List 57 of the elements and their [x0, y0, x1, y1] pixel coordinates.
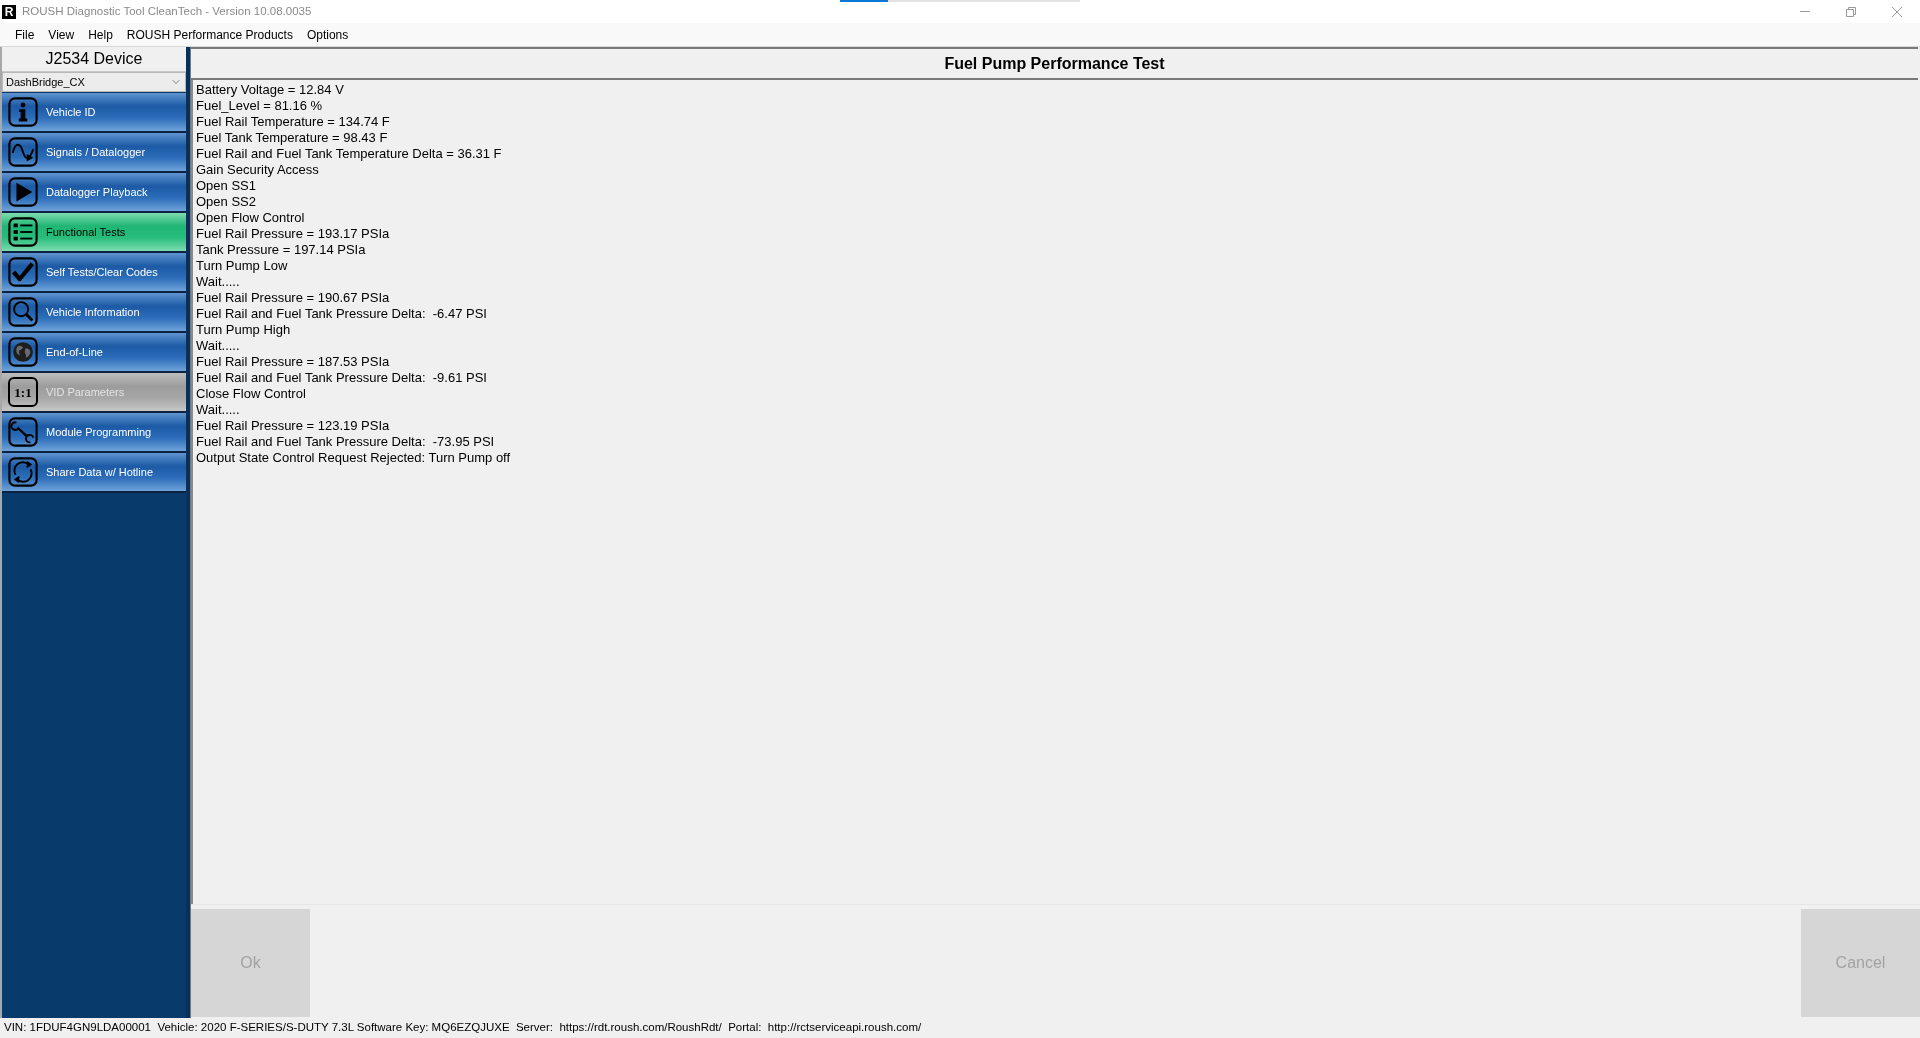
log-line: Open SS2	[196, 194, 256, 210]
log-line: Gain Security Access	[196, 162, 319, 178]
close-icon	[1892, 6, 1902, 17]
log-line: Tank Pressure = 197.14 PSIa	[196, 242, 366, 258]
log-line: Turn Pump Low	[196, 258, 288, 274]
log-line: Fuel Rail and Fuel Tank Pressure Delta: -73.95 PSI	[196, 434, 495, 450]
sidebar-nav-item[interactable]: Datalogger Playback	[2, 173, 186, 213]
log-line: Fuel_Level = 81.16 %	[196, 98, 323, 114]
log-line: Fuel Rail Pressure = 190.67 PSIa	[196, 290, 390, 306]
sync-icon	[8, 457, 38, 487]
log-line: Wait.....	[196, 338, 240, 354]
ratio-icon: 1:1	[8, 377, 38, 407]
list-icon	[8, 217, 38, 247]
wrench-icon	[8, 417, 38, 447]
log-line: Output State Control Request Rejected: Turn Pump off	[196, 450, 511, 466]
menu-item[interactable]: View	[41, 24, 82, 45]
restore-icon	[1846, 6, 1856, 17]
globe-icon	[8, 337, 38, 367]
log-line: Fuel Rail and Fuel Tank Pressure Delta: -9.61 PSI	[196, 370, 487, 386]
sidebar-nav-item[interactable]: Vehicle Information	[2, 293, 186, 333]
menu-item[interactable]: File	[8, 24, 42, 45]
menu-item[interactable]: Help	[81, 24, 120, 45]
menu-item[interactable]: Options	[299, 24, 356, 45]
sidebar-nav-item[interactable]: Functional Tests	[2, 213, 186, 253]
log-line: Fuel Rail Temperature = 134.74 F	[196, 114, 390, 130]
log-line: Battery Voltage = 12.84 V	[196, 82, 344, 98]
log-line: Fuel Rail and Fuel Tank Temperature Delta = 36.31 F	[196, 146, 502, 162]
sidebar-nav-item[interactable]: Self Tests/Clear Codes	[2, 253, 186, 293]
sidebar-nav-item[interactable]: Share Data w/ Hotline	[2, 453, 186, 493]
play-icon	[8, 177, 38, 207]
log-line: Fuel Rail Pressure = 123.19 PSIa	[196, 418, 390, 434]
status-text: VIN: 1FDUF4GN9LDA00001 Vehicle: 2020 F-SERIES/S-DUTY 7.3L Software Key: MQ6EZQJUXE Server: https://rdt.roush.com/RoushRdt/ Portal: http://rctserviceapi.roush.com/	[4, 1020, 922, 1036]
log-line: Fuel Tank Temperature = 98.43 F	[196, 130, 388, 146]
panel-title: Fuel Pump Performance Test	[944, 53, 1165, 74]
menu-item[interactable]: ROUSH Performance Products	[119, 24, 300, 45]
log-line: Fuel Rail Pressure = 193.17 PSIa	[196, 226, 390, 242]
sidebar-nav-item[interactable]: Vehicle ID	[2, 93, 186, 133]
wave-icon	[8, 137, 38, 167]
info-icon	[8, 97, 38, 127]
log-line: Wait.....	[196, 402, 240, 418]
log-line: Fuel Rail Pressure = 187.53 PSIa	[196, 354, 390, 370]
checkmark-icon	[8, 257, 38, 287]
log-line: Wait.....	[196, 274, 240, 290]
log-line: Open SS1	[196, 178, 256, 194]
sidebar-nav-item[interactable]: Module Programming	[2, 413, 186, 453]
window-title: ROUSH Diagnostic Tool CleanTech - Version 10.08.0035	[22, 3, 312, 19]
log-line: Open Flow Control	[196, 210, 305, 226]
log-line: Turn Pump High	[196, 322, 291, 338]
sidebar-nav-item[interactable]: End-of-Line	[2, 333, 186, 373]
sidebar-header: J2534 Device	[2, 47, 186, 72]
minimize-icon	[1800, 11, 1810, 12]
search-icon	[8, 297, 38, 327]
sidebar-nav-item[interactable]: Signals / Datalogger	[2, 133, 186, 173]
device-dropdown[interactable]: DashBridge_CX	[2, 72, 186, 92]
log-line: Close Flow Control	[196, 386, 306, 402]
app-logo: R	[2, 4, 16, 19]
log-line: Fuel Rail and Fuel Tank Pressure Delta: -6.47 PSI	[196, 306, 487, 322]
